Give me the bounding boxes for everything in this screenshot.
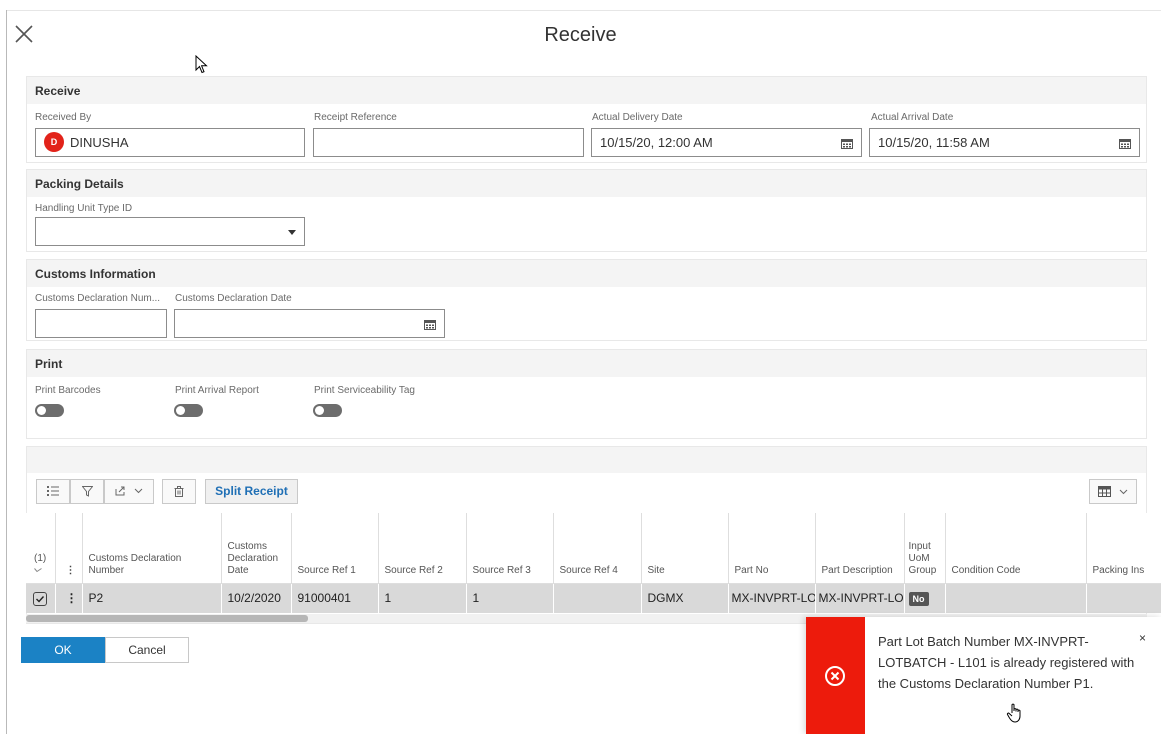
column-header[interactable]: Condition Code xyxy=(945,513,1087,584)
grid-header-band xyxy=(27,447,1146,473)
print-header: Print xyxy=(27,350,1146,377)
print-arrival-report-label: Print Arrival Report xyxy=(175,385,259,396)
export-icon xyxy=(115,486,125,496)
column-header[interactable]: Part No xyxy=(728,513,816,584)
receive-lines-table: (1) ⋮ Customs Declaration Number Customs… xyxy=(26,513,1161,613)
column-header[interactable]: Source Ref 2 xyxy=(378,513,467,584)
delete-button[interactable] xyxy=(162,479,196,504)
print-arrival-report-toggle[interactable] xyxy=(174,404,203,417)
input-uom-group-cell: No xyxy=(904,583,946,613)
row-select-cell[interactable] xyxy=(26,583,56,613)
condition-code-cell xyxy=(945,583,1087,613)
handling-unit-type-select[interactable] xyxy=(35,217,305,246)
customs-declaration-date-label: Customs Declaration Date xyxy=(175,293,292,304)
source-ref-1-cell: 91000401 xyxy=(291,583,379,613)
source-ref-2-cell: 1 xyxy=(378,583,467,613)
part-description-cell: MX-INVPRT-LO xyxy=(815,583,905,613)
filter-button[interactable] xyxy=(70,479,104,504)
actual-arrival-date-input[interactable]: 10/15/20, 11:58 AM xyxy=(869,128,1140,157)
list-icon xyxy=(47,486,59,497)
column-header[interactable]: Source Ref 4 xyxy=(553,513,642,584)
source-ref-3-cell: 1 xyxy=(466,583,554,613)
actual-delivery-date-label: Actual Delivery Date xyxy=(592,112,683,123)
filter-icon xyxy=(80,485,94,497)
chevron-down-icon xyxy=(134,488,142,494)
export-button[interactable] xyxy=(104,479,154,504)
site-cell: DGMX xyxy=(641,583,729,613)
customs-declaration-number-label: Customs Declaration Num... xyxy=(35,293,161,304)
customs-declaration-number-input[interactable] xyxy=(35,309,167,338)
column-header[interactable]: Site xyxy=(641,513,729,584)
actual-delivery-date-input[interactable]: 10/15/20, 12:00 AM xyxy=(591,128,862,157)
part-no-cell: MX-INVPRT-LO xyxy=(728,583,816,613)
calendar-icon[interactable] xyxy=(1119,137,1131,149)
toast-message: Part Lot Batch Number MX-INVPRT-LOTBATCH… xyxy=(878,634,1135,691)
table-icon xyxy=(1098,486,1111,497)
row-checkbox[interactable] xyxy=(33,591,47,606)
column-header[interactable]: Packing Ins xyxy=(1086,513,1161,584)
cancel-button[interactable]: Cancel xyxy=(105,637,189,663)
customs-declaration-date-input[interactable] xyxy=(174,309,445,338)
split-receipt-button[interactable]: Split Receipt xyxy=(205,479,298,504)
column-header[interactable]: Customs Declaration Number xyxy=(82,513,222,584)
check-icon xyxy=(34,567,42,572)
column-header[interactable]: Input UoM Group xyxy=(904,513,946,584)
customs-declaration-date-cell: 10/2/2020 xyxy=(221,583,292,613)
dialog-top-border xyxy=(6,10,1161,11)
print-serviceability-tag-label: Print Serviceability Tag xyxy=(314,385,415,396)
customs-declaration-number-cell: P2 xyxy=(82,583,222,613)
receive-section-header: Receive xyxy=(27,77,1146,104)
receipt-reference-label: Receipt Reference xyxy=(314,112,397,123)
received-by-label: Received By xyxy=(35,112,92,123)
receipt-reference-input[interactable] xyxy=(313,128,584,157)
column-header[interactable]: Source Ref 1 xyxy=(291,513,379,584)
customs-information-header: Customs Information xyxy=(27,260,1146,287)
actual-arrival-date-label: Actual Arrival Date xyxy=(871,112,954,123)
row-actions-button[interactable]: ⋮ xyxy=(55,583,83,613)
row-actions-header: ⋮ xyxy=(55,513,83,584)
column-header[interactable]: Source Ref 3 xyxy=(466,513,554,584)
avatar: D xyxy=(44,132,64,153)
received-by-field[interactable]: D DINUSHA xyxy=(35,128,305,157)
select-all-header[interactable]: (1) xyxy=(26,513,56,584)
table-settings-button[interactable] xyxy=(1089,479,1137,504)
table-row[interactable]: ⋮ P2 10/2/2020 91000401 1 1 DGMX MX-INVP… xyxy=(26,583,1161,613)
ok-button[interactable]: OK xyxy=(21,637,105,663)
list-view-button[interactable] xyxy=(36,479,70,504)
column-header[interactable]: Customs Declaration Date xyxy=(221,513,292,584)
check-icon xyxy=(36,595,45,603)
received-by-value: DINUSHA xyxy=(70,135,129,150)
error-toast: Part Lot Batch Number MX-INVPRT-LOTBATCH… xyxy=(806,617,1161,734)
chevron-down-icon xyxy=(1119,489,1128,495)
dialog-title: Receive xyxy=(544,24,617,46)
chevron-down-icon xyxy=(288,230,296,235)
print-serviceability-tag-toggle[interactable] xyxy=(313,404,342,417)
actual-delivery-date-value: 10/15/20, 12:00 AM xyxy=(600,135,713,150)
status-badge: No xyxy=(908,591,929,606)
trash-icon xyxy=(174,485,184,497)
dialog-left-border xyxy=(6,10,7,734)
selected-count: (1) xyxy=(34,552,47,564)
close-icon[interactable]: × xyxy=(1139,631,1146,645)
print-barcodes-toggle[interactable] xyxy=(35,404,64,417)
source-ref-4-cell xyxy=(553,583,642,613)
horizontal-scrollbar-thumb[interactable] xyxy=(26,615,308,622)
error-circle-icon xyxy=(821,662,849,690)
packing-ins-cell xyxy=(1086,583,1161,613)
handling-unit-type-label: Handling Unit Type ID xyxy=(35,203,133,214)
hand-pointer-icon xyxy=(1006,702,1024,729)
column-header[interactable]: Part Description xyxy=(815,513,905,584)
calendar-icon[interactable] xyxy=(424,318,436,330)
print-barcodes-label: Print Barcodes xyxy=(35,385,101,396)
packing-details-header: Packing Details xyxy=(27,170,1146,197)
actual-arrival-date-value: 10/15/20, 11:58 AM xyxy=(878,135,990,150)
calendar-icon[interactable] xyxy=(841,137,853,149)
